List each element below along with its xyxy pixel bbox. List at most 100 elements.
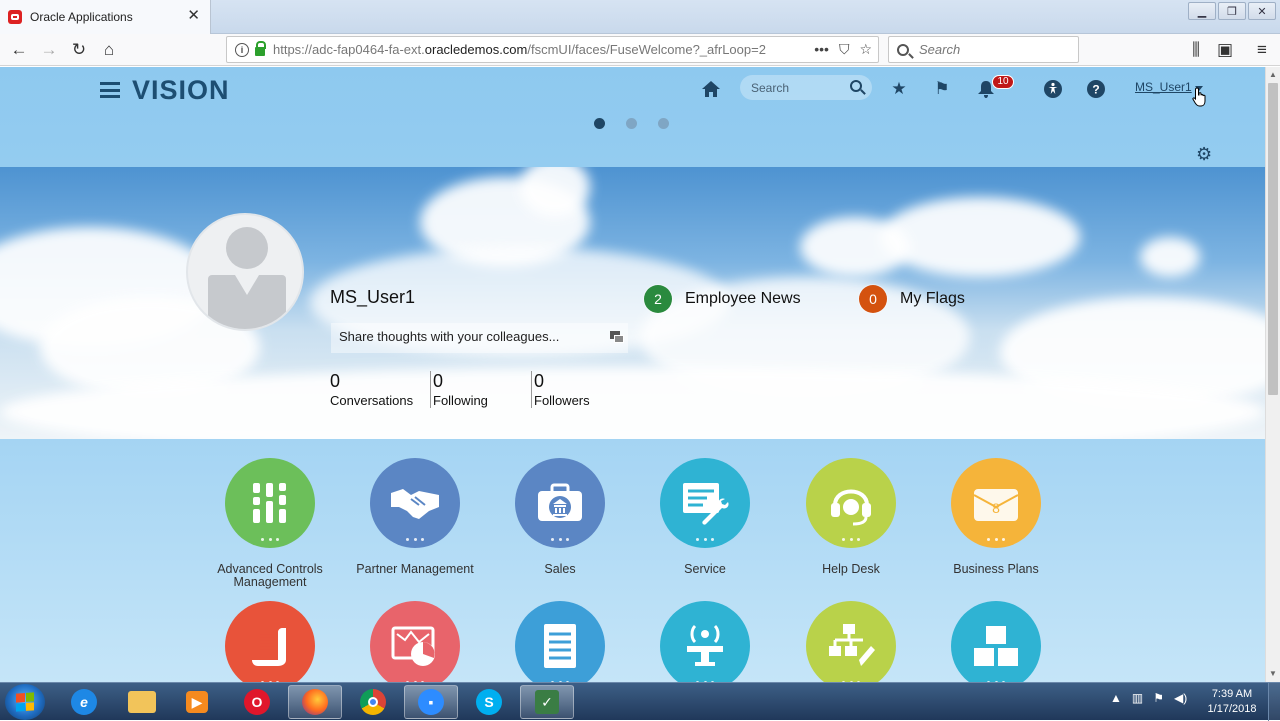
restore-button[interactable]: ❐ <box>1218 2 1246 20</box>
library-icon[interactable]: ⫼ <box>1185 39 1207 61</box>
stat-followers[interactable]: 0 Followers <box>531 371 621 408</box>
media-player-icon[interactable]: ▶ <box>170 685 224 719</box>
broadcast-icon <box>660 601 750 682</box>
firefox-icon[interactable] <box>288 685 342 719</box>
svg-text:?: ? <box>1092 83 1099 97</box>
app-help-desk[interactable]: Help Desk <box>776 458 926 576</box>
forward-icon[interactable]: → <box>38 39 60 61</box>
skype-icon[interactable]: S <box>462 685 516 719</box>
brand-logo[interactable]: VISION <box>132 75 230 106</box>
profile-name[interactable]: MS_User1 <box>330 287 415 308</box>
document-icon <box>515 601 605 682</box>
avatar[interactable] <box>186 213 304 331</box>
app-tile[interactable] <box>195 601 345 682</box>
app-tile[interactable] <box>776 601 926 682</box>
close-tab-icon[interactable]: ✕ <box>187 8 200 24</box>
browser-search-input[interactable]: Search <box>888 36 1079 63</box>
sidebar-icon[interactable]: ▣ <box>1214 39 1236 61</box>
app-advanced-controls[interactable]: Advanced Controls Management <box>195 458 345 589</box>
reload-icon[interactable]: ↻ <box>68 39 90 61</box>
task-app-icon[interactable]: ✓ <box>520 685 574 719</box>
close-window-button[interactable]: ✕ <box>1248 2 1276 20</box>
opera-icon[interactable]: O <box>230 685 284 719</box>
carousel-pagination <box>594 118 669 129</box>
sliders-icon <box>225 458 315 548</box>
url-bar[interactable]: i https://adc-fap0464-fa-ext.oracledemos… <box>226 36 879 63</box>
volume-icon[interactable]: ◀) <box>1174 691 1187 705</box>
oracle-home-page: VISION Search ★ ⚑ 10 ? MS_User1 ⚙ MS_Use… <box>0 67 1265 682</box>
hero-banner <box>0 167 1265 439</box>
system-tray: ▲ ▥ ⚑ ◀) <box>1110 691 1187 705</box>
carousel-dot[interactable] <box>626 118 637 129</box>
service-icon <box>660 458 750 548</box>
home-icon[interactable] <box>700 78 722 100</box>
internet-explorer-icon[interactable]: e <box>57 685 111 719</box>
app-sales[interactable]: Sales <box>485 458 635 576</box>
gear-icon[interactable]: ⚙ <box>1196 144 1212 165</box>
network-icon[interactable]: ▥ <box>1132 691 1143 705</box>
stat-conversations[interactable]: 0 Conversations <box>330 371 430 408</box>
stat-following[interactable]: 0 Following <box>430 371 531 408</box>
accessibility-icon[interactable] <box>1042 78 1064 100</box>
start-button[interactable] <box>5 684 45 720</box>
org-edit-icon <box>806 601 896 682</box>
social-stats: 0 Conversations 0 Following 0 Followers <box>330 371 621 408</box>
watchlist-flag-icon[interactable]: ⚑ <box>931 78 953 100</box>
info-icon[interactable]: i <box>235 42 249 57</box>
carousel-dot[interactable] <box>594 118 605 129</box>
file-explorer-icon[interactable] <box>115 685 169 719</box>
app-partner-management[interactable]: Partner Management <box>340 458 490 576</box>
scroll-up-icon[interactable]: ▲ <box>1269 70 1277 79</box>
user-menu-link[interactable]: MS_User1 <box>1135 80 1192 94</box>
app-tile[interactable] <box>485 601 635 682</box>
scrollbar-thumb[interactable] <box>1268 83 1278 395</box>
show-hidden-icons-icon[interactable]: ▲ <box>1110 691 1122 705</box>
tab-title: Oracle Applications <box>30 10 133 24</box>
taskbar-clock[interactable]: 7:39 AM 1/17/2018 <box>1200 687 1264 717</box>
app-service[interactable]: Service <box>630 458 780 576</box>
url-text[interactable]: https://adc-fap0464-fa-ext.oracledemos.c… <box>273 42 793 57</box>
pocket-icon[interactable]: ⛉ <box>839 41 850 58</box>
notification-count-badge: 10 <box>992 75 1014 89</box>
favorites-star-icon[interactable]: ★ <box>888 78 910 100</box>
employee-news-link[interactable]: 2 Employee News <box>644 285 801 313</box>
minimize-button[interactable]: ▁ <box>1188 2 1216 20</box>
browser-tab-bar: Oracle Applications ✕ ▁ ❐ ✕ <box>0 0 1280 34</box>
browser-tab[interactable]: Oracle Applications ✕ <box>0 0 211 34</box>
conversation-icon[interactable] <box>610 331 624 345</box>
flag-icon[interactable]: ⚑ <box>1153 691 1164 705</box>
app-tile[interactable] <box>630 601 780 682</box>
hand-cursor-icon <box>1192 87 1208 112</box>
map-icon <box>370 601 460 682</box>
global-search-input[interactable]: Search <box>740 75 872 100</box>
svg-text:8: 8 <box>992 500 1000 516</box>
app-business-plans[interactable]: 8 Business Plans <box>921 458 1071 576</box>
news-count-badge: 2 <box>644 285 672 313</box>
scroll-down-icon[interactable]: ▼ <box>1269 669 1277 678</box>
show-desktop-button[interactable] <box>1268 683 1280 721</box>
zoom-icon[interactable]: ▪ <box>404 685 458 719</box>
help-icon[interactable]: ? <box>1085 78 1107 100</box>
home-icon[interactable]: ⌂ <box>98 39 120 61</box>
menu-icon[interactable]: ≡ <box>1251 39 1273 61</box>
chrome-icon[interactable] <box>346 685 400 719</box>
back-icon[interactable]: ← <box>8 39 30 61</box>
page-actions-icon[interactable]: ••• <box>814 41 829 58</box>
window-controls: ▁ ❐ ✕ <box>1188 2 1276 20</box>
carousel-dot[interactable] <box>658 118 669 129</box>
windows-logo-icon <box>16 692 34 712</box>
blocks-icon <box>951 601 1041 682</box>
springboard: Advanced Controls Management Partner Man… <box>0 439 1265 682</box>
bookmark-star-icon[interactable]: ☆ <box>859 41 872 58</box>
my-flags-link[interactable]: 0 My Flags <box>859 285 965 313</box>
search-icon[interactable] <box>850 80 862 92</box>
headset-icon <box>806 458 896 548</box>
oracle-favicon-icon <box>8 10 22 24</box>
app-tile[interactable] <box>340 601 490 682</box>
page-scrollbar[interactable]: ▲ ▼ <box>1265 67 1280 682</box>
browser-nav-bar: ← → ↻ ⌂ i https://adc-fap0464-fa-ext.ora… <box>0 34 1280 66</box>
search-icon <box>897 43 909 56</box>
navigator-menu-icon[interactable] <box>100 82 120 98</box>
share-thoughts-input[interactable]: Share thoughts with your colleagues... <box>331 323 628 353</box>
app-tile[interactable] <box>921 601 1071 682</box>
